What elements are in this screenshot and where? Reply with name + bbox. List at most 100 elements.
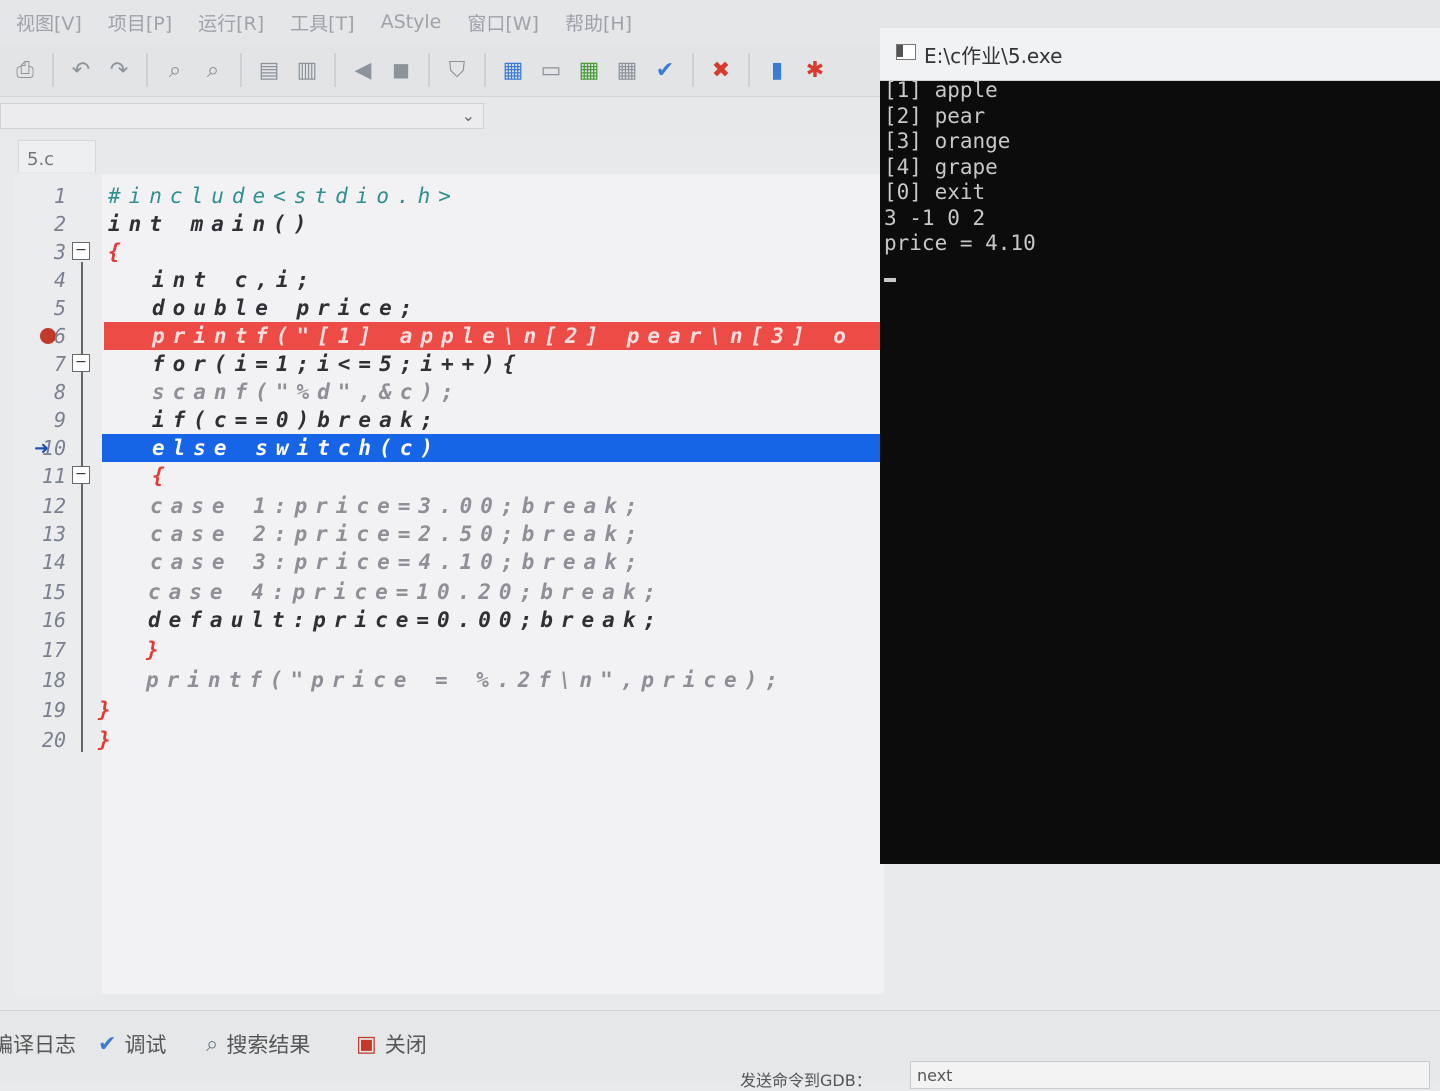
code-line: 16 default:price=0.00;break; bbox=[14, 606, 884, 634]
line-number: 10 bbox=[41, 436, 66, 460]
toolbar-divider bbox=[52, 53, 54, 87]
toolbar: ⎙ ↶ ↷ ⌕ ⌕ ▤ ▥ ◀ ◼ ⛉ ▦ ▭ ▦ ▦ ✔ ✖ ▮ ✱ bbox=[0, 44, 880, 96]
code-line: 4 int c,i; bbox=[14, 266, 884, 294]
tab-label: 编译日志 bbox=[0, 1033, 76, 1057]
code-text: double price; bbox=[152, 296, 421, 320]
toolbar-divider bbox=[692, 53, 694, 87]
code-line: 19 } bbox=[14, 696, 884, 724]
line-number: 6 bbox=[53, 324, 66, 348]
tab-debug[interactable]: ✔ 调试 bbox=[98, 1029, 166, 1059]
fold-toggle-icon[interactable]: − bbox=[72, 242, 90, 260]
replace-icon[interactable]: ⌕ bbox=[198, 55, 228, 85]
code-text: #include<stdio.h> bbox=[108, 184, 459, 208]
code-text: scanf("%d",&c); bbox=[152, 380, 462, 404]
code-line: 8 scanf("%d",&c); bbox=[14, 378, 884, 406]
fold-toggle-icon[interactable]: − bbox=[72, 466, 90, 484]
fold-toggle-icon[interactable]: − bbox=[72, 354, 90, 372]
line-number: 14 bbox=[41, 550, 66, 574]
tab-label: 调试 bbox=[124, 1033, 167, 1057]
debug-icon[interactable]: ✱ bbox=[800, 55, 830, 85]
code-text: int main() bbox=[108, 212, 315, 236]
compile-icon[interactable]: ▦ bbox=[498, 55, 528, 85]
code-line: 20 } bbox=[14, 726, 884, 754]
toolbar-divider bbox=[146, 53, 148, 87]
tab-search-results[interactable]: ⌕ 搜索结果 bbox=[206, 1029, 310, 1059]
stop-icon[interactable]: ✖ bbox=[706, 55, 736, 85]
code-line-gutter: 6 bbox=[14, 322, 104, 350]
code-line: 18 printf("price = %.2f\n",price); bbox=[14, 666, 884, 694]
gdb-command-input[interactable]: next bbox=[910, 1061, 1430, 1089]
code-text: if(c==0)break; bbox=[152, 408, 442, 432]
current-exec-line: else switch(c) bbox=[102, 434, 884, 462]
check-icon: ✔ bbox=[98, 1031, 117, 1057]
close-icon: ▣ bbox=[356, 1031, 377, 1057]
console-window[interactable]: E:\c作业\5.exe [1] apple [2] pear [3] oran… bbox=[880, 28, 1440, 864]
line-number: 9 bbox=[53, 408, 66, 432]
toolbar-divider bbox=[748, 53, 750, 87]
menu-view[interactable]: 视图[V] bbox=[8, 9, 100, 36]
undo-icon[interactable]: ↶ bbox=[66, 55, 96, 85]
menu-help[interactable]: 帮助[H] bbox=[557, 9, 650, 36]
code-text: printf("[1] apple\n[2] pear\n[3] o bbox=[152, 324, 854, 348]
check-icon[interactable]: ✔ bbox=[650, 55, 680, 85]
gdb-command-label: 发送命令到GDB： bbox=[740, 1071, 872, 1090]
class-dropdown[interactable]: ⌄ bbox=[0, 103, 484, 129]
code-text: } bbox=[146, 638, 167, 662]
chart-icon[interactable]: ▮ bbox=[762, 55, 792, 85]
menu-project[interactable]: 项目[P] bbox=[100, 9, 190, 36]
editor-tabstrip: 5.c bbox=[14, 138, 884, 174]
menu-astyle[interactable]: AStyle bbox=[373, 11, 460, 33]
console-cursor bbox=[884, 278, 896, 282]
bookmark-prev-icon[interactable]: ◀ bbox=[348, 55, 378, 85]
console-app-icon bbox=[896, 44, 916, 60]
code-text: default:price=0.00;break; bbox=[148, 608, 665, 632]
code-text: case 2:price=2.50;break; bbox=[150, 522, 646, 546]
code-line: 11 − { bbox=[14, 462, 884, 490]
code-editor[interactable]: 1 #include<stdio.h> 2 int main() 3 − { 4… bbox=[14, 174, 884, 994]
shield-icon[interactable]: ⛉ bbox=[442, 55, 472, 85]
menu-tools[interactable]: 工具[T] bbox=[282, 9, 372, 36]
class-selector-bar: ⌄ bbox=[0, 96, 880, 137]
print-icon[interactable]: ⎙ bbox=[10, 55, 40, 85]
line-number: 16 bbox=[41, 608, 66, 632]
breakpoint-line: printf("[1] apple\n[2] pear\n[3] o bbox=[104, 322, 884, 350]
code-line: 13 case 2:price=2.50;break; bbox=[14, 520, 884, 548]
unindent-icon[interactable]: ▥ bbox=[292, 55, 322, 85]
bookmark-next-icon[interactable]: ◼ bbox=[386, 55, 416, 85]
tab-close[interactable]: ▣ 关闭 bbox=[356, 1029, 427, 1059]
tab-compile-log[interactable]: 编译日志 bbox=[0, 1029, 76, 1059]
menu-run[interactable]: 运行[R] bbox=[190, 9, 282, 36]
tab-file[interactable]: 5.c bbox=[18, 140, 96, 172]
redo-icon[interactable]: ↷ bbox=[104, 55, 134, 85]
line-number: 7 bbox=[53, 352, 66, 376]
code-text: case 4:price=10.20;break; bbox=[148, 580, 665, 604]
code-line: 12 case 1:price=3.00;break; bbox=[14, 492, 884, 520]
tab-label: 搜索结果 bbox=[226, 1033, 311, 1057]
code-line: 7 − for(i=1;i<=5;i++){ bbox=[14, 350, 884, 378]
menu-window[interactable]: 窗口[W] bbox=[459, 9, 557, 36]
toolbar-divider bbox=[428, 53, 430, 87]
line-number: 17 bbox=[41, 638, 66, 662]
rebuild-icon[interactable]: ▦ bbox=[612, 55, 642, 85]
code-text: { bbox=[108, 240, 129, 264]
run-icon[interactable]: ▭ bbox=[536, 55, 566, 85]
find-icon[interactable]: ⌕ bbox=[160, 55, 190, 85]
line-number: 12 bbox=[41, 494, 66, 518]
line-number: 11 bbox=[41, 464, 66, 488]
code-line: 15 case 4:price=10.20;break; bbox=[14, 578, 884, 606]
toolbar-divider bbox=[240, 53, 242, 87]
line-number: 4 bbox=[53, 268, 66, 292]
console-title: E:\c作业\5.exe bbox=[924, 44, 1063, 68]
line-number: 2 bbox=[53, 212, 66, 236]
indent-icon[interactable]: ▤ bbox=[254, 55, 284, 85]
toolbar-divider bbox=[334, 53, 336, 87]
bottom-panel: 编译日志 ✔ 调试 ⌕ 搜索结果 ▣ 关闭 发送命令到GDB： next bbox=[0, 1010, 1440, 1090]
compile-run-icon[interactable]: ▦ bbox=[574, 55, 604, 85]
code-line: 1 #include<stdio.h> bbox=[14, 182, 884, 210]
chevron-down-icon: ⌄ bbox=[461, 106, 475, 125]
code-text: case 3:price=4.10;break; bbox=[150, 550, 646, 574]
code-line: 5 double price; bbox=[14, 294, 884, 322]
code-line: 17 } bbox=[14, 636, 884, 664]
console-titlebar[interactable]: E:\c作业\5.exe bbox=[880, 28, 1440, 81]
code-line: 2 int main() bbox=[14, 210, 884, 238]
